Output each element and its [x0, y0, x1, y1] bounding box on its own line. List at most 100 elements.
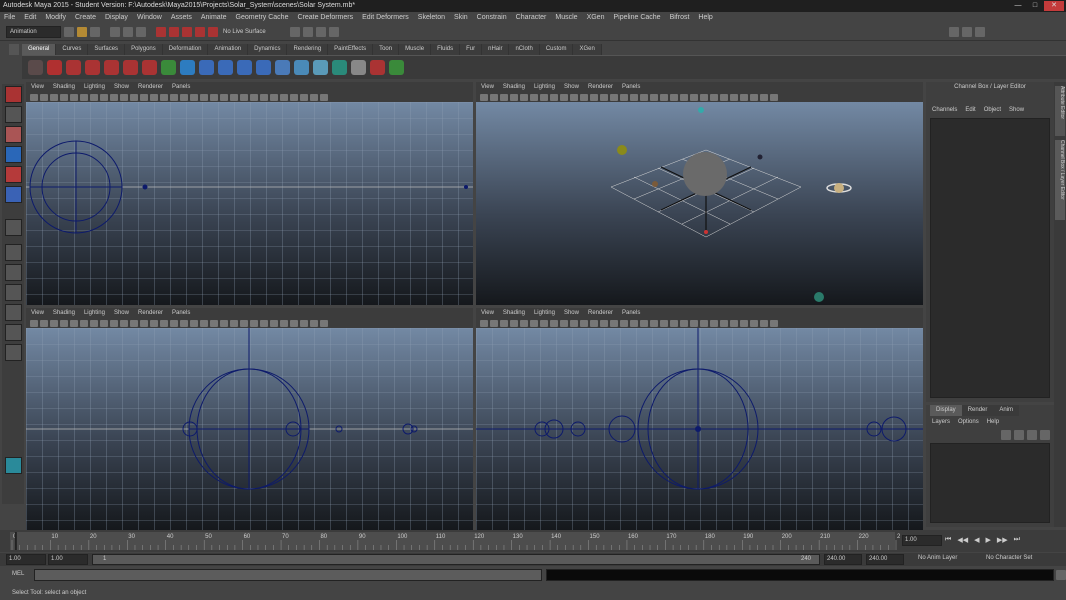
- shelf-nurbs-icon[interactable]: [123, 60, 138, 75]
- viewport-tool-icon[interactable]: [750, 93, 758, 101]
- viewport-tool-icon[interactable]: [650, 93, 658, 101]
- anim-layer-dropdown[interactable]: No Anim Layer: [918, 555, 957, 561]
- command-input[interactable]: [34, 569, 542, 581]
- layout-four-icon[interactable]: [4, 264, 22, 281]
- viewport-tool-icon[interactable]: [520, 93, 528, 101]
- last-tool-icon[interactable]: [4, 219, 22, 236]
- viewport-tool-icon[interactable]: [530, 319, 538, 327]
- viewport-tool-icon[interactable]: [190, 319, 198, 327]
- menu-skeleton[interactable]: Skeleton: [418, 14, 445, 21]
- viewport-tool-icon[interactable]: [620, 93, 628, 101]
- shelf-help-icon[interactable]: [47, 60, 62, 75]
- channel-menu-edit[interactable]: Edit: [965, 107, 975, 113]
- viewport-menu-show[interactable]: Show: [564, 310, 579, 316]
- shelf-paint-icon[interactable]: [142, 60, 157, 75]
- viewport-tool-icon[interactable]: [200, 93, 208, 101]
- select-object-icon[interactable]: [123, 26, 133, 37]
- maximize-icon[interactable]: □: [1027, 1, 1043, 11]
- viewport-tool-icon[interactable]: [760, 319, 768, 327]
- shelf-nurbs-icon[interactable]: [104, 60, 119, 75]
- viewport-tool-icon[interactable]: [720, 319, 728, 327]
- layout-single-icon[interactable]: [4, 244, 22, 261]
- snap-view-plane-icon[interactable]: [195, 26, 205, 37]
- viewport-tool-icon[interactable]: [260, 319, 268, 327]
- new-layer-icon[interactable]: [1001, 430, 1011, 440]
- viewport-tool-icon[interactable]: [660, 319, 668, 327]
- character-set-dropdown[interactable]: No Character Set: [986, 555, 1032, 561]
- viewport-tool-icon[interactable]: [510, 93, 518, 101]
- viewport-tool-icon[interactable]: [720, 93, 728, 101]
- viewport-tool-icon[interactable]: [310, 93, 318, 101]
- viewport-menu-view[interactable]: View: [481, 84, 494, 90]
- viewport-tool-icon[interactable]: [730, 319, 738, 327]
- viewport-tool-icon[interactable]: [30, 93, 38, 101]
- shelf-nurbs-icon[interactable]: [85, 60, 100, 75]
- viewport-tool-icon[interactable]: [240, 319, 248, 327]
- shelf-cylinder-icon[interactable]: [218, 60, 233, 75]
- layer-tab-display[interactable]: Display: [930, 405, 962, 416]
- viewport-tool-icon[interactable]: [770, 319, 778, 327]
- viewport-tool-icon[interactable]: [160, 93, 168, 101]
- toggle-sidebar-icon[interactable]: [948, 26, 959, 37]
- viewport-tool-icon[interactable]: [50, 319, 58, 327]
- viewport-tool-icon[interactable]: [710, 93, 718, 101]
- viewport-tool-icon[interactable]: [480, 93, 488, 101]
- viewport-tool-icon[interactable]: [140, 319, 148, 327]
- lasso-tool-icon[interactable]: [4, 106, 22, 123]
- viewport-tool-icon[interactable]: [90, 319, 98, 327]
- viewport-tool-icon[interactable]: [30, 319, 38, 327]
- close-icon[interactable]: ✕: [1044, 1, 1064, 11]
- move-tool-icon[interactable]: [4, 146, 22, 163]
- step-back-key-icon[interactable]: ◀◀: [957, 536, 968, 544]
- viewport-tool-icon[interactable]: [510, 319, 518, 327]
- viewport-tool-icon[interactable]: [40, 93, 48, 101]
- viewport-tool-icon[interactable]: [680, 93, 688, 101]
- viewport-tool-icon[interactable]: [760, 93, 768, 101]
- viewport-tool-icon[interactable]: [80, 319, 88, 327]
- viewport-tool-icon[interactable]: [640, 93, 648, 101]
- viewport-canvas[interactable]: [476, 102, 923, 305]
- viewport-menu-renderer[interactable]: Renderer: [138, 84, 163, 90]
- viewport-canvas[interactable]: [476, 328, 923, 530]
- range-start-field[interactable]: 1.00: [48, 554, 88, 565]
- shelf-menu-icon[interactable]: [9, 44, 19, 55]
- viewport-tool-icon[interactable]: [670, 93, 678, 101]
- open-scene-icon[interactable]: [77, 26, 87, 37]
- viewport-tool-icon[interactable]: [150, 319, 158, 327]
- viewport-menu-shading[interactable]: Shading: [53, 310, 75, 316]
- viewport-tool-icon[interactable]: [130, 93, 138, 101]
- viewport-tool-icon[interactable]: [250, 93, 258, 101]
- viewport-tool-icon[interactable]: [260, 93, 268, 101]
- snap-point-icon[interactable]: [182, 26, 192, 37]
- minimize-icon[interactable]: —: [1010, 1, 1026, 11]
- viewport-tool-icon[interactable]: [690, 93, 698, 101]
- viewport-tool-icon[interactable]: [70, 319, 78, 327]
- viewport-menu-panels[interactable]: Panels: [172, 310, 190, 316]
- range-end-field[interactable]: 240.00: [824, 554, 862, 565]
- shelf-tab-ncloth[interactable]: nCloth: [509, 44, 540, 55]
- viewport-menu-renderer[interactable]: Renderer: [588, 310, 613, 316]
- rotate-tool-icon[interactable]: [4, 166, 22, 183]
- viewport-tool-icon[interactable]: [100, 319, 108, 327]
- menu-constrain[interactable]: Constrain: [477, 14, 507, 21]
- viewport-tool-icon[interactable]: [320, 93, 328, 101]
- shelf-torus-icon[interactable]: [275, 60, 290, 75]
- viewport-tool-icon[interactable]: [110, 319, 118, 327]
- viewport-tool-icon[interactable]: [150, 93, 158, 101]
- shelf-cone-icon[interactable]: [237, 60, 252, 75]
- viewport-tool-icon[interactable]: [320, 319, 328, 327]
- viewport-tool-icon[interactable]: [700, 319, 708, 327]
- shelf-tab-polygons[interactable]: Polygons: [125, 44, 163, 55]
- shelf-tab-painteffects[interactable]: PaintEffects: [328, 44, 374, 55]
- viewport-tool-icon[interactable]: [520, 319, 528, 327]
- shelf-tab-curves[interactable]: Curves: [56, 44, 89, 55]
- shelf-tab-fluids[interactable]: Fluids: [431, 44, 461, 55]
- layer-menu-options[interactable]: Options: [958, 419, 979, 425]
- viewport-menu-panels[interactable]: Panels: [622, 310, 640, 316]
- render-view-icon[interactable]: [289, 26, 300, 37]
- viewport-menu-renderer[interactable]: Renderer: [138, 310, 163, 316]
- menu-muscle[interactable]: Muscle: [555, 14, 577, 21]
- menu-file[interactable]: File: [4, 14, 15, 21]
- channel-menu-show[interactable]: Show: [1009, 107, 1024, 113]
- layout-hypershade-icon[interactable]: [4, 344, 22, 361]
